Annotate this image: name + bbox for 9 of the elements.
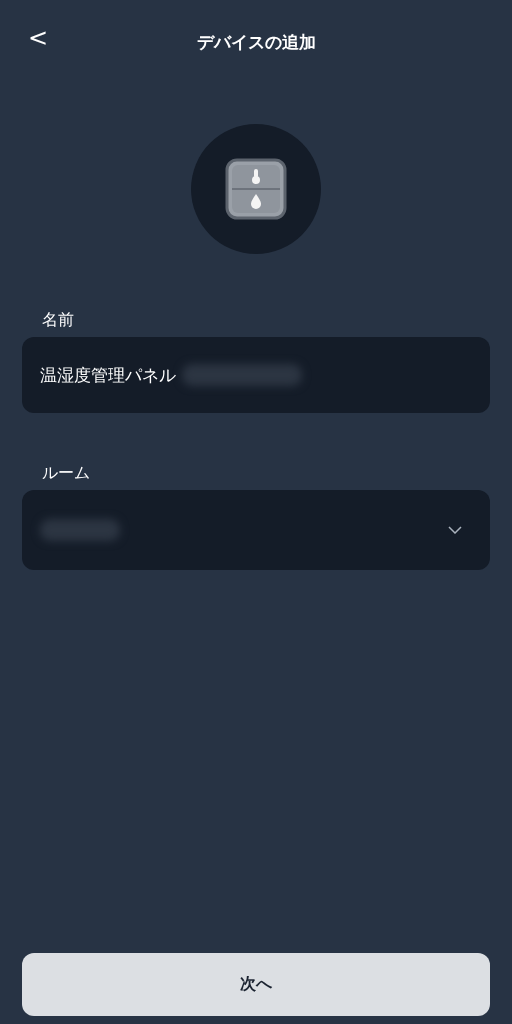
- screen-title: デバイスの追加: [196, 30, 316, 54]
- back-button[interactable]: <: [22, 24, 55, 52]
- field-label: 名前: [41, 310, 75, 331]
- name-input-field[interactable]: 温湿度管理パネル: [22, 337, 490, 413]
- chevron-down-icon: [448, 526, 462, 534]
- next-button[interactable]: 次へ: [22, 953, 490, 1016]
- thermo-hygrometer-icon: [225, 158, 287, 220]
- field-label: ルーム: [41, 463, 91, 484]
- room-dropdown[interactable]: [22, 490, 490, 570]
